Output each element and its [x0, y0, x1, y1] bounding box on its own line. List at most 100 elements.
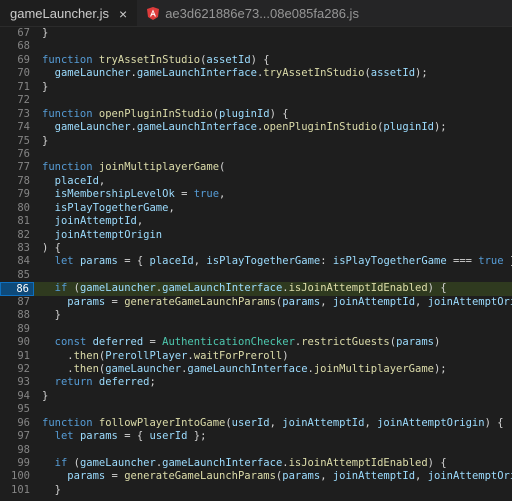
code-line[interactable]: 101 } [0, 484, 512, 497]
code-token: = { [117, 255, 150, 268]
code-line[interactable]: 95 [0, 403, 512, 416]
code-token: joinAttemptId [332, 295, 416, 308]
line-number: 87 [17, 295, 30, 308]
code-token: joinAttemptOrigin [427, 295, 512, 308]
code-text: .then(gameLauncher.gameLaunchInterface.j… [34, 362, 446, 376]
code-text: params = generateGameLaunchParams(params… [34, 296, 512, 309]
code-text: ) { [34, 242, 61, 255]
line-number: 80 [17, 201, 30, 214]
code-token: , [98, 174, 106, 187]
code-line[interactable]: 97 let params = { userId }; [0, 430, 512, 443]
code-line[interactable]: 68 [0, 40, 512, 53]
line-number: 94 [17, 389, 30, 402]
code-token: openPluginInStudio [263, 121, 378, 134]
line-number: 96 [17, 416, 30, 429]
code-line[interactable]: 74 gameLauncher.gameLaunchInterface.open… [0, 121, 512, 134]
code-token: placeId [149, 255, 194, 268]
code-line[interactable]: 94} [0, 390, 512, 403]
code-line[interactable]: 84 let params = { placeId, isPlayTogethe… [0, 255, 512, 268]
code-text: } [34, 135, 48, 148]
code-line[interactable]: 81 joinAttemptId, [0, 215, 512, 228]
code-token: }; [504, 255, 512, 267]
code-line[interactable]: 85 [0, 269, 512, 282]
code-text: } [34, 484, 61, 497]
code-line[interactable]: 92 .then(gameLauncher.gameLaunchInterfac… [0, 363, 512, 376]
code-token: generateGameLaunchParams [124, 295, 276, 308]
code-token: . [42, 362, 74, 375]
code-editor[interactable]: 67} 68 69 function tryAssetInStudio(assetId… [0, 27, 512, 501]
code-line[interactable]: 71} [0, 81, 512, 94]
code-line[interactable]: 91 .then(PrerollPlayer.waitForPreroll) [0, 350, 512, 363]
code-line[interactable]: 67} [0, 27, 512, 40]
line-number: 72 [17, 94, 30, 107]
code-line[interactable]: 80 isPlayTogetherGame, [0, 202, 512, 215]
code-text: function joinMultiplayerGame( [34, 161, 225, 174]
code-line[interactable]: 76 [0, 148, 512, 161]
code-line[interactable]: 70 gameLauncher.gameLaunchInterface.tryA… [0, 67, 512, 80]
code-token: } [42, 80, 49, 93]
line-number: 83 [17, 242, 30, 254]
close-icon[interactable]: × [119, 6, 127, 22]
code-text: function openPluginInStudio(pluginId) { [34, 108, 289, 121]
code-line[interactable]: 72 [0, 94, 512, 107]
code-line[interactable]: 93 return deferred; [0, 376, 512, 389]
code-line[interactable]: 69 function tryAssetInStudio(assetId) { [0, 54, 512, 67]
code-line[interactable]: 90 const deferred = AuthenticationChecke… [0, 336, 512, 349]
code-line[interactable]: 73 function openPluginInStudio(pluginId) … [0, 108, 512, 121]
code-line[interactable]: 100 params = generateGameLaunchParams(pa… [0, 470, 512, 483]
code-token: params [79, 255, 118, 268]
code-token: isMembershipLevelOk [54, 188, 175, 201]
code-token: gameLauncher [54, 67, 131, 80]
code-line[interactable]: 75} [0, 135, 512, 148]
code-token: gameLauncher [54, 121, 131, 134]
code-token: , [219, 188, 226, 201]
code-line[interactable]: 78 placeId, [0, 175, 512, 188]
code-line[interactable]: 87 params = generateGameLaunchParams(par… [0, 296, 512, 309]
code-token: ; [149, 376, 156, 389]
code-text: function followPlayerIntoGame(userId, jo… [34, 417, 504, 430]
code-token: , [415, 470, 428, 483]
line-number: 76 [17, 147, 30, 160]
line-number: 70 [17, 67, 30, 80]
code-token: ) { [427, 457, 447, 469]
code-line[interactable]: 89 [0, 323, 512, 336]
tab-gamelauncher-js[interactable]: gameLauncher.js × [0, 0, 138, 26]
editor-tab-bar: gameLauncher.js × ae3d621886e73...08e085… [0, 0, 512, 27]
code-token: joinAttemptOrigin [54, 228, 163, 241]
code-token: , [320, 295, 333, 308]
code-token: assetId [206, 53, 251, 66]
code-text: function tryAssetInStudio(assetId) { [34, 54, 270, 67]
code-line[interactable]: 79 isMembershipLevelOk = true, [0, 188, 512, 201]
code-token: ) { [269, 107, 289, 120]
code-token: ); [415, 67, 428, 80]
code-token: params [67, 470, 106, 483]
code-line[interactable]: 98 [0, 444, 512, 457]
code-line[interactable]: 99 if (gameLauncher.gameLaunchInterface.… [0, 457, 512, 470]
code-token: }; [187, 430, 207, 443]
line-number: 101 [11, 483, 30, 496]
code-token: gameLaunchInterface [136, 67, 257, 80]
line-number: 92 [17, 362, 30, 375]
code-token: joinAttemptId [332, 470, 416, 483]
code-token: tryAssetInStudio [263, 67, 365, 80]
line-number: 68 [17, 40, 30, 53]
code-line[interactable]: 83 ) { [0, 242, 512, 255]
code-token: userId [149, 430, 188, 443]
code-token: function [42, 416, 99, 429]
line-number: 69 [17, 53, 30, 66]
code-token: } [42, 389, 49, 402]
tab-ae3d-js[interactable]: ae3d621886e73...08e085fa286.js [137, 0, 369, 26]
code-line[interactable]: 77 function joinMultiplayerGame( [0, 161, 512, 174]
code-token: gameLaunchInterface [136, 121, 257, 134]
code-token: = { [117, 430, 150, 443]
code-token: PrerollPlayer [105, 349, 188, 362]
code-line[interactable]: 82 joinAttemptOrigin [0, 229, 512, 242]
code-line[interactable]: 96 function followPlayerIntoGame(userId, … [0, 417, 512, 430]
code-token: then [73, 362, 99, 375]
code-line[interactable]: 88 } [0, 309, 512, 322]
code-line[interactable]: 86 if (gameLauncher.gameLaunchInterface.… [0, 282, 512, 296]
